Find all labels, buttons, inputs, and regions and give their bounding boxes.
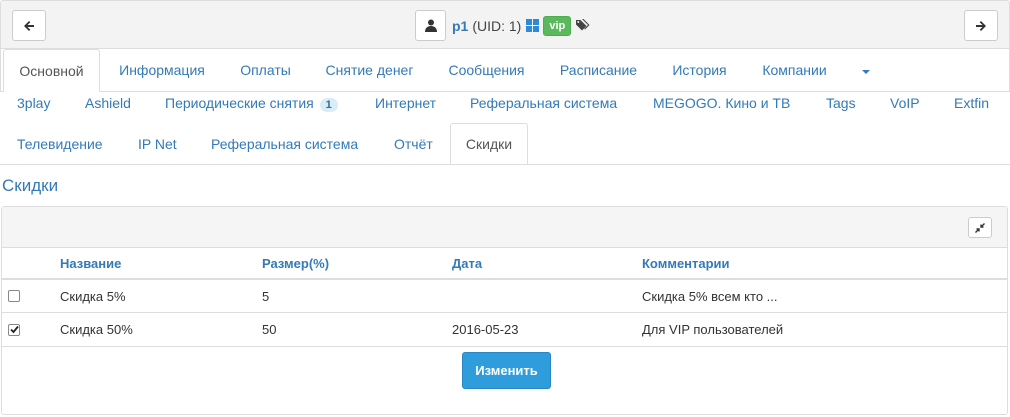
main-tabs: Основной Информация Оплаты Снятие денег … (0, 49, 1010, 92)
subtab-3play[interactable]: 3play (17, 95, 50, 111)
user-profile-button[interactable] (415, 10, 446, 41)
discount-date: 2016-05-23 (452, 322, 519, 337)
compress-icon (975, 222, 985, 233)
subtab-periodic-label: Периодические снятия (165, 95, 314, 111)
periodic-count-badge: 1 (319, 98, 338, 112)
tab-companies[interactable]: Компании (751, 49, 838, 91)
subtab-extfin[interactable]: Extfin (954, 95, 989, 111)
arrow-left-icon (24, 20, 34, 31)
tab-withdrawals[interactable]: Снятие денег (316, 49, 423, 91)
subtab-internet[interactable]: Интернет (375, 95, 436, 111)
tab-information[interactable]: Информация (109, 49, 215, 91)
discount-size: 5 (262, 288, 270, 304)
row-checkbox-cell (8, 280, 20, 312)
table-header: Название Размер(%) Дата Комментарии (2, 248, 1007, 280)
subtab-report[interactable]: Отчёт (394, 136, 433, 152)
discount-size: 50 (262, 322, 277, 337)
table-row: Скидка 5% 5 Скидка 5% всем кто ... (2, 280, 1007, 313)
windows-icon (526, 19, 540, 32)
change-button[interactable]: Изменить (462, 352, 551, 389)
subtab-ipnet[interactable]: IP Net (138, 136, 177, 152)
column-header-date[interactable]: Дата (452, 248, 482, 278)
subtab-referral[interactable]: Реферальная система (470, 95, 617, 111)
discount-name: Скидка 5% (60, 288, 126, 304)
subtab-ashield[interactable]: Ashield (85, 95, 131, 111)
row-checkbox-cell (8, 313, 20, 346)
caret-down-icon (862, 70, 870, 74)
column-header-size[interactable]: Размер(%) (262, 248, 329, 278)
subtabs-divider (0, 164, 1010, 165)
subtab-referral-2[interactable]: Реферальная система (211, 136, 358, 152)
discounts-panel: Название Размер(%) Дата Комментарии Скид… (1, 206, 1008, 415)
user-header-bar: p1 (UID: 1) vip (0, 0, 1010, 49)
prev-user-button[interactable] (12, 10, 46, 41)
discount-comment: Скидка 5% всем кто ... (642, 288, 778, 304)
user-icon (424, 19, 437, 32)
tab-payments[interactable]: Оплаты (229, 49, 302, 91)
collapse-panel-button[interactable] (968, 217, 992, 238)
tab-messages[interactable]: Сообщения (438, 49, 535, 91)
tab-schedule[interactable]: Расписание (549, 49, 648, 91)
checkmark-icon (9, 325, 19, 334)
column-header-comments[interactable]: Комментарии (642, 248, 730, 278)
tab-history[interactable]: История (662, 49, 737, 91)
subtab-discounts[interactable]: Скидки (450, 123, 528, 165)
subtab-tags[interactable]: Tags (826, 95, 856, 111)
vip-badge: vip (543, 15, 572, 36)
row-checkbox-checked[interactable] (8, 323, 20, 336)
next-user-button[interactable] (964, 10, 998, 41)
page-title: Скидки (2, 176, 59, 195)
row-checkbox[interactable] (8, 290, 20, 302)
discount-name: Скидка 50% (60, 322, 133, 337)
user-uid: (UID: 1) (472, 17, 522, 34)
subtab-megogo[interactable]: MEGOGO. Кино и ТВ (653, 95, 790, 111)
subtab-periodic[interactable]: Периодические снятия 1 (165, 95, 338, 112)
column-header-name[interactable]: Название (60, 248, 121, 278)
user-info: p1 (UID: 1) vip (415, 10, 591, 41)
table-row: Скидка 50% 50 2016-05-23 Для VIP пользов… (2, 313, 1007, 347)
tab-main[interactable]: Основной (3, 49, 100, 92)
more-tabs-dropdown[interactable] (851, 49, 881, 91)
subtab-tv[interactable]: Телевидение (17, 136, 103, 152)
discount-comment: Для VIP пользователей (642, 322, 784, 337)
user-login-link[interactable]: p1 (452, 18, 468, 34)
tags-icon (576, 19, 591, 32)
panel-heading (2, 207, 1007, 248)
arrow-right-icon (976, 20, 986, 31)
subtab-voip[interactable]: VoIP (890, 95, 920, 111)
